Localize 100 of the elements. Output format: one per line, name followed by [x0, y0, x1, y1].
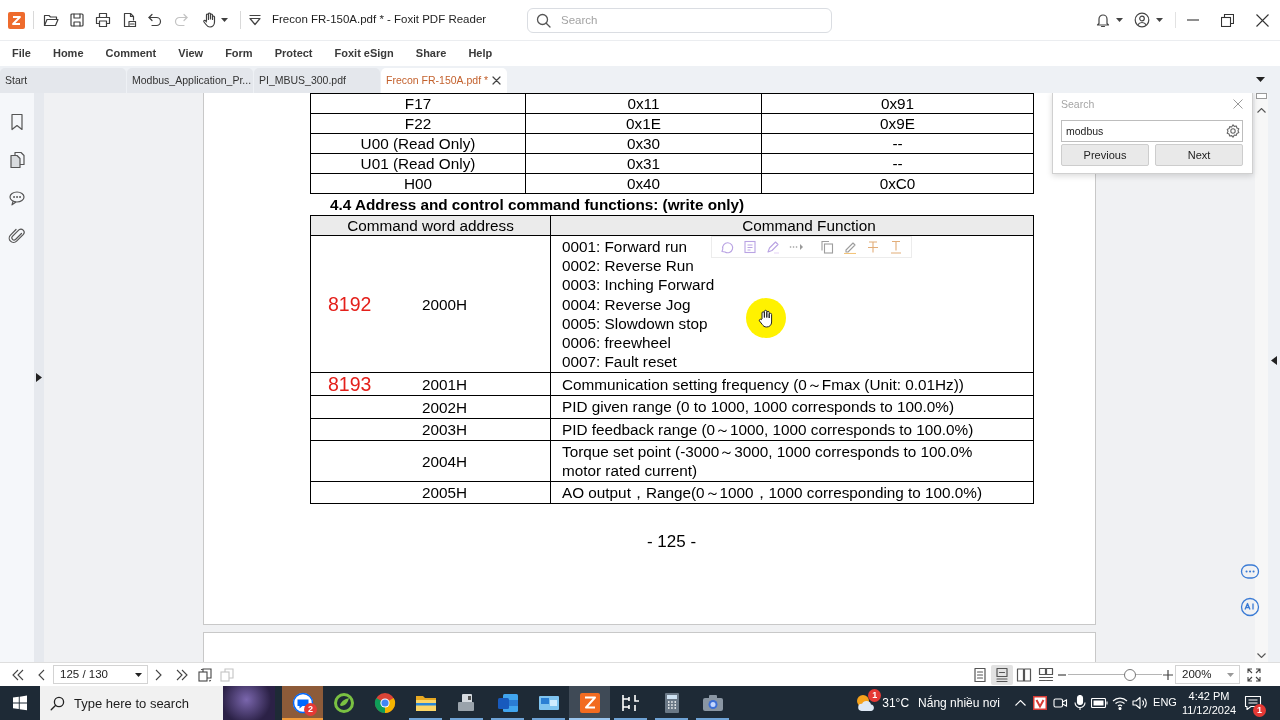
page-icon[interactable]: [121, 12, 137, 28]
overlapping-pages-icon[interactable]: [198, 667, 212, 682]
document-icon[interactable]: [495, 691, 520, 715]
speaker-icon[interactable]: [1132, 696, 1148, 710]
battery-icon[interactable]: [1091, 698, 1108, 708]
vertical-scrollbar[interactable]: [1255, 93, 1268, 662]
caret-icon[interactable]: [220, 18, 228, 22]
command-function-text: 0003: Inching Forward: [562, 275, 715, 295]
taskbar-app-button[interactable]: 2: [282, 686, 323, 720]
zoom-in-icon[interactable]: [1163, 669, 1173, 680]
command-function-text: AO output，Range(0～1000，1000 corresponding to 100.0%): [562, 483, 983, 503]
account-icon[interactable]: [1134, 12, 1150, 28]
menu-item[interactable]: View: [167, 46, 215, 61]
windows-logo-icon[interactable]: [12, 695, 28, 711]
first-page-icon[interactable]: [12, 668, 24, 681]
next-button[interactable]: Next: [1155, 144, 1243, 166]
taskbar-search-field[interactable]: Type here to search: [40, 686, 223, 720]
printer-icon[interactable]: [95, 12, 111, 28]
command-function-text: 0005: Slowdown stop: [562, 313, 708, 333]
last-page-icon[interactable]: [176, 668, 188, 681]
close-icon[interactable]: [492, 76, 501, 85]
register-address: 2003H: [422, 419, 468, 439]
document-tab[interactable]: Modbus_Application_Pr...: [127, 68, 253, 93]
caret-icon[interactable]: [1156, 18, 1163, 22]
fullscreen-icon[interactable]: [1247, 667, 1261, 682]
menu-item[interactable]: Form: [214, 46, 264, 61]
clock-time[interactable]: 4:42 PM: [1188, 689, 1230, 703]
command-function-text: 0007: Fault reset: [562, 352, 677, 372]
weather-temperature[interactable]: 31°C: [882, 695, 910, 711]
search-field[interactable]: Search: [527, 7, 832, 33]
dropdown-caret-icon[interactable]: [1256, 77, 1265, 82]
menu-item[interactable]: Comment: [94, 46, 168, 61]
pages-icon[interactable]: [8, 151, 26, 169]
command-function-text: Torque set point (-3000～3000, 1000 corresponds to 100.0% motor rated current): [562, 441, 974, 481]
slider-thumb[interactable]: [1124, 668, 1137, 681]
assistant-icon[interactable]: [1240, 597, 1260, 617]
bookmark-icon[interactable]: [8, 113, 26, 131]
close-icon[interactable]: [1255, 13, 1269, 27]
undo-icon[interactable]: [147, 12, 163, 28]
document-tab[interactable]: Start: [0, 68, 126, 93]
search-highlight-picture[interactable]: [223, 686, 275, 720]
comments-icon[interactable]: [8, 189, 26, 207]
weather-condition[interactable]: Nắng nhiều nơi: [918, 695, 1000, 711]
next-page-icon[interactable]: [155, 668, 162, 681]
previous-button[interactable]: Previous: [1061, 144, 1149, 166]
bell-icon[interactable]: [1095, 12, 1111, 28]
hand-icon[interactable]: [200, 12, 217, 28]
expand-triangle-icon[interactable]: [36, 373, 42, 382]
table-cell: 0x91: [761, 93, 1034, 114]
caret-icon[interactable]: [1116, 18, 1123, 22]
dropdown-triangle-icon[interactable]: [247, 12, 263, 28]
folder-icon[interactable]: [43, 12, 59, 28]
table-cell: 0x40: [525, 173, 762, 194]
ring-leaf-icon[interactable]: [331, 691, 356, 715]
tray-app-icon[interactable]: [1033, 696, 1047, 710]
settings-icon[interactable]: [1226, 124, 1240, 138]
notification-badge: 1: [1253, 704, 1266, 717]
register-address: 2000H: [422, 294, 468, 314]
wifi-icon[interactable]: [1112, 696, 1128, 710]
copy-icon[interactable]: [820, 240, 834, 254]
restore-icon[interactable]: [1220, 13, 1234, 27]
previous-page-icon[interactable]: [38, 668, 45, 681]
menu-item[interactable]: Foxit eSign: [323, 46, 405, 61]
app-logo-icon[interactable]: [8, 11, 25, 29]
input-language[interactable]: ENG: [1153, 696, 1177, 710]
browser-icon[interactable]: [372, 691, 397, 715]
highlighter-icon[interactable]: [843, 240, 857, 254]
clock-date[interactable]: 11/12/2024: [1181, 703, 1237, 717]
command-function-text: 0001: Forward run: [562, 237, 687, 257]
table-cell: 0xC0: [761, 173, 1034, 194]
page-number-field[interactable]: 125 / 130: [53, 665, 148, 684]
menu-item[interactable]: Protect: [263, 46, 324, 61]
notification-icon[interactable]: [1244, 695, 1262, 711]
document-tab[interactable]: PI_MBUS_300.pdf: [254, 68, 380, 93]
table-cell: --: [761, 133, 1034, 154]
menu-item[interactable]: Help: [457, 46, 504, 61]
chevron-up-icon[interactable]: [1257, 108, 1266, 113]
chevron-down-icon[interactable]: [1257, 653, 1266, 658]
page-number: - 125 -: [646, 532, 697, 552]
command-function-text: 0006: freewheel: [562, 333, 671, 353]
table-cell: U00 (Read Only): [310, 133, 526, 154]
menu-item[interactable]: File: [1, 46, 42, 61]
microphone-icon[interactable]: [1073, 695, 1086, 711]
zoom-field[interactable]: 200%: [1175, 665, 1240, 684]
command-function-text: 0002: Reverse Run: [562, 256, 694, 276]
pdf-reader-icon[interactable]: [577, 691, 602, 715]
scrollbar-thumb[interactable]: [1256, 93, 1267, 99]
table-cell: F22: [310, 113, 526, 134]
save-icon[interactable]: [69, 12, 85, 28]
collapse-triangle-icon[interactable]: [1271, 356, 1277, 365]
paperclip-icon[interactable]: [8, 227, 26, 245]
search-icon: [50, 696, 65, 711]
caret-icon[interactable]: [135, 672, 142, 677]
document-tab[interactable]: Frecon FR-150A.pdf *: [381, 68, 507, 93]
taskbar-app-button[interactable]: [569, 686, 610, 720]
chatbot-icon[interactable]: [1240, 562, 1260, 582]
menu-item[interactable]: Home: [41, 46, 95, 61]
menu-item[interactable]: Share: [404, 46, 458, 61]
search-query-field[interactable]: modbus: [1061, 120, 1243, 142]
video-call-icon[interactable]: [1052, 696, 1068, 710]
